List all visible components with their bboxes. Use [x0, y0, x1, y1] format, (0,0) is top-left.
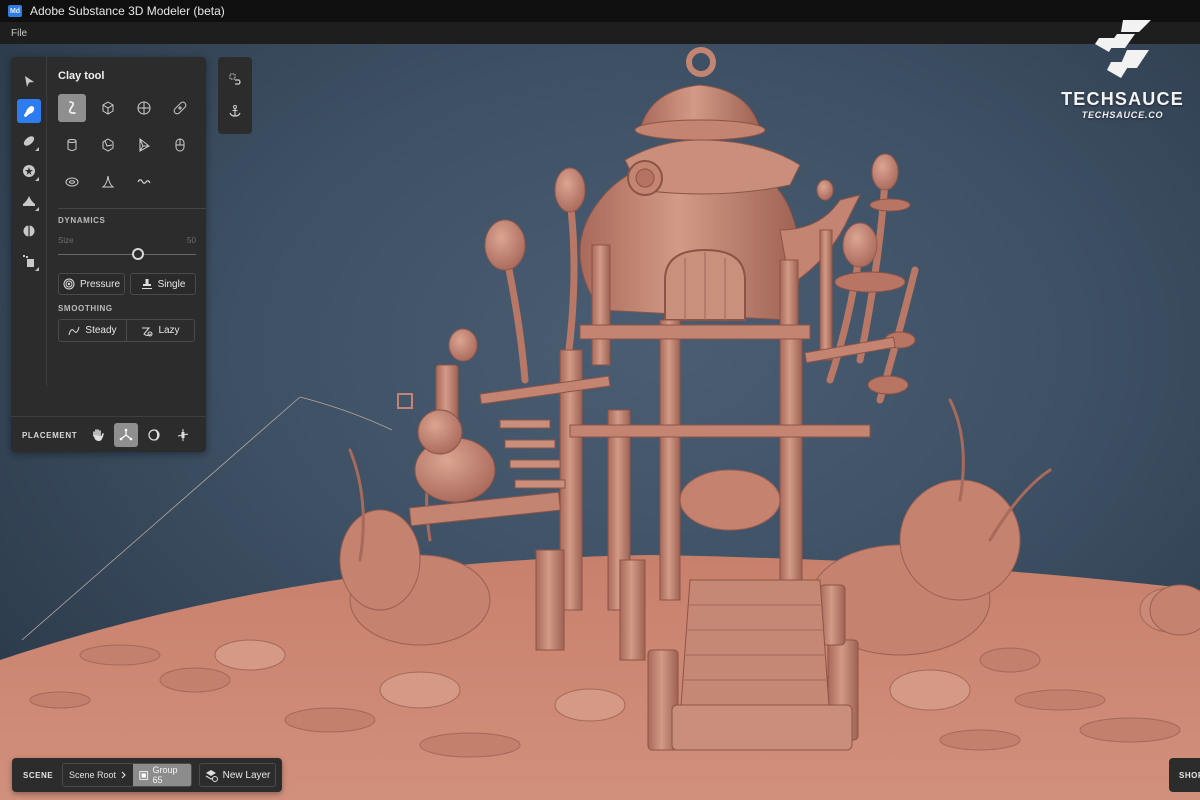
lazy-label: Lazy: [158, 325, 180, 336]
watermark-url: TECHSAUCE.CO: [1081, 110, 1164, 120]
shortcuts-button[interactable]: SHORTCUTS: [1169, 758, 1200, 792]
group-select-button[interactable]: [223, 67, 247, 91]
capsule-icon: [175, 138, 185, 152]
brush-prism[interactable]: [130, 131, 158, 159]
pressure-button[interactable]: Pressure: [58, 273, 125, 295]
sphere-icon: [137, 101, 151, 115]
lazy-option[interactable]: Lazy: [126, 320, 194, 341]
steady-label: Steady: [85, 325, 117, 336]
size-label: Size: [58, 236, 74, 245]
smooth-tool-button[interactable]: [17, 189, 41, 213]
brush-spike[interactable]: [94, 168, 122, 196]
divider: [58, 208, 206, 209]
eraser-icon: [23, 136, 35, 146]
transform-tool-button[interactable]: [17, 249, 41, 273]
stamp-tool-button[interactable]: [17, 159, 41, 183]
mini-toolbar: [218, 57, 252, 134]
steady-stroke-icon: [68, 326, 80, 335]
size-max-label: 50: [187, 236, 196, 245]
new-layer-button[interactable]: New Layer: [199, 763, 276, 787]
panel-title: Clay tool: [58, 70, 105, 82]
crumb-scene-root[interactable]: Scene Root: [63, 764, 133, 786]
single-button[interactable]: Single: [130, 273, 196, 295]
symmetry-tool-button[interactable]: [17, 219, 41, 243]
crumb-group-label: Group 65: [152, 765, 178, 785]
spike-icon: [101, 175, 115, 188]
dynamics-label: DYNAMICS: [58, 216, 106, 225]
select-tool-button[interactable]: [17, 69, 41, 93]
transform-icon: [23, 255, 34, 267]
anchor-button[interactable]: [223, 99, 247, 123]
brush-clay[interactable]: [58, 94, 86, 122]
cylinder-icon: [67, 139, 77, 151]
brush-torus[interactable]: [58, 168, 86, 196]
brush-capsule[interactable]: [166, 131, 194, 159]
hand-icon: [93, 429, 104, 441]
axis-pin-icon: [177, 429, 189, 441]
orbit-icon: [148, 429, 160, 441]
brush-cube[interactable]: [94, 94, 122, 122]
boardwalk: [679, 579, 831, 721]
cube-icon: [102, 101, 114, 115]
scene-bar: SCENE Scene Root Group 65 New Layer: [12, 758, 282, 792]
size-slider[interactable]: [58, 248, 196, 260]
smoothing-label: SMOOTHING: [58, 304, 113, 313]
clay-brush-icon: [24, 106, 35, 117]
clay-tool-panel: Clay tool DYNAMICS Size 50 Pressure Sing…: [11, 57, 206, 452]
smooth-cone-icon: [23, 196, 35, 206]
lazy-stroke-icon: [142, 327, 153, 336]
crumb-scene-root-label: Scene Root: [69, 770, 117, 780]
scene-breadcrumb: Scene Root Group 65: [62, 763, 192, 787]
prism-icon: [139, 137, 150, 152]
size-slider-thumb[interactable]: [132, 248, 145, 260]
stamp-icon: [141, 279, 152, 289]
menu-file[interactable]: File: [11, 28, 27, 39]
group-select-icon: [229, 73, 241, 85]
app-logo-icon: Md: [8, 5, 22, 17]
pressure-label: Pressure: [79, 278, 120, 290]
placement-hand-button[interactable]: [86, 423, 110, 447]
torus-icon: [65, 177, 79, 187]
watermark-name: TECHSAUCE: [1061, 89, 1184, 109]
erase-tool-button[interactable]: [17, 129, 41, 153]
steady-option[interactable]: Steady: [59, 320, 126, 341]
brush-sphere[interactable]: [130, 94, 158, 122]
menu-bar: File: [0, 22, 1200, 44]
smoothing-segment: Steady Lazy: [58, 319, 195, 342]
placement-bar: PLACEMENT: [11, 416, 206, 452]
blob-icon: [102, 138, 114, 152]
symmetry-icon: [23, 225, 35, 237]
select-arrow-icon: [25, 76, 34, 87]
techsauce-watermark: TECHSAUCE TECHSAUCE.CO: [1055, 18, 1190, 120]
placement-orbit-button[interactable]: [142, 423, 166, 447]
brush-cylinder[interactable]: [58, 131, 86, 159]
techsauce-logo-icon: [1094, 20, 1151, 78]
crumb-group[interactable]: Group 65: [133, 764, 191, 786]
placement-axis-button[interactable]: [171, 423, 195, 447]
brush-wave[interactable]: [130, 168, 158, 196]
group-icon: [139, 770, 149, 780]
brush-blob[interactable]: [94, 131, 122, 159]
chevron-right-icon: [121, 771, 126, 779]
placement-label: PLACEMENT: [22, 431, 78, 440]
single-label: Single: [157, 278, 186, 290]
title-bar: Md Adobe Substance 3D Modeler (beta): [0, 0, 1200, 22]
placement-surface-button[interactable]: [114, 423, 138, 447]
clay-tool-button[interactable]: [17, 99, 41, 123]
clay-squiggle-icon: [68, 101, 76, 114]
anchor-icon: [229, 105, 241, 117]
stamp-sphere-icon: [23, 165, 35, 177]
window-title: Adobe Substance 3D Modeler (beta): [30, 4, 225, 18]
new-layer-icon: [205, 769, 218, 782]
surface-normal-icon: [119, 428, 133, 441]
brush-bandage[interactable]: [166, 94, 194, 122]
new-layer-label: New Layer: [222, 769, 271, 781]
scene-label: SCENE: [23, 771, 54, 780]
pressure-icon: [63, 278, 75, 290]
wave-icon: [137, 179, 151, 184]
tool-strip: [11, 57, 47, 387]
bandage-icon: [173, 101, 187, 115]
